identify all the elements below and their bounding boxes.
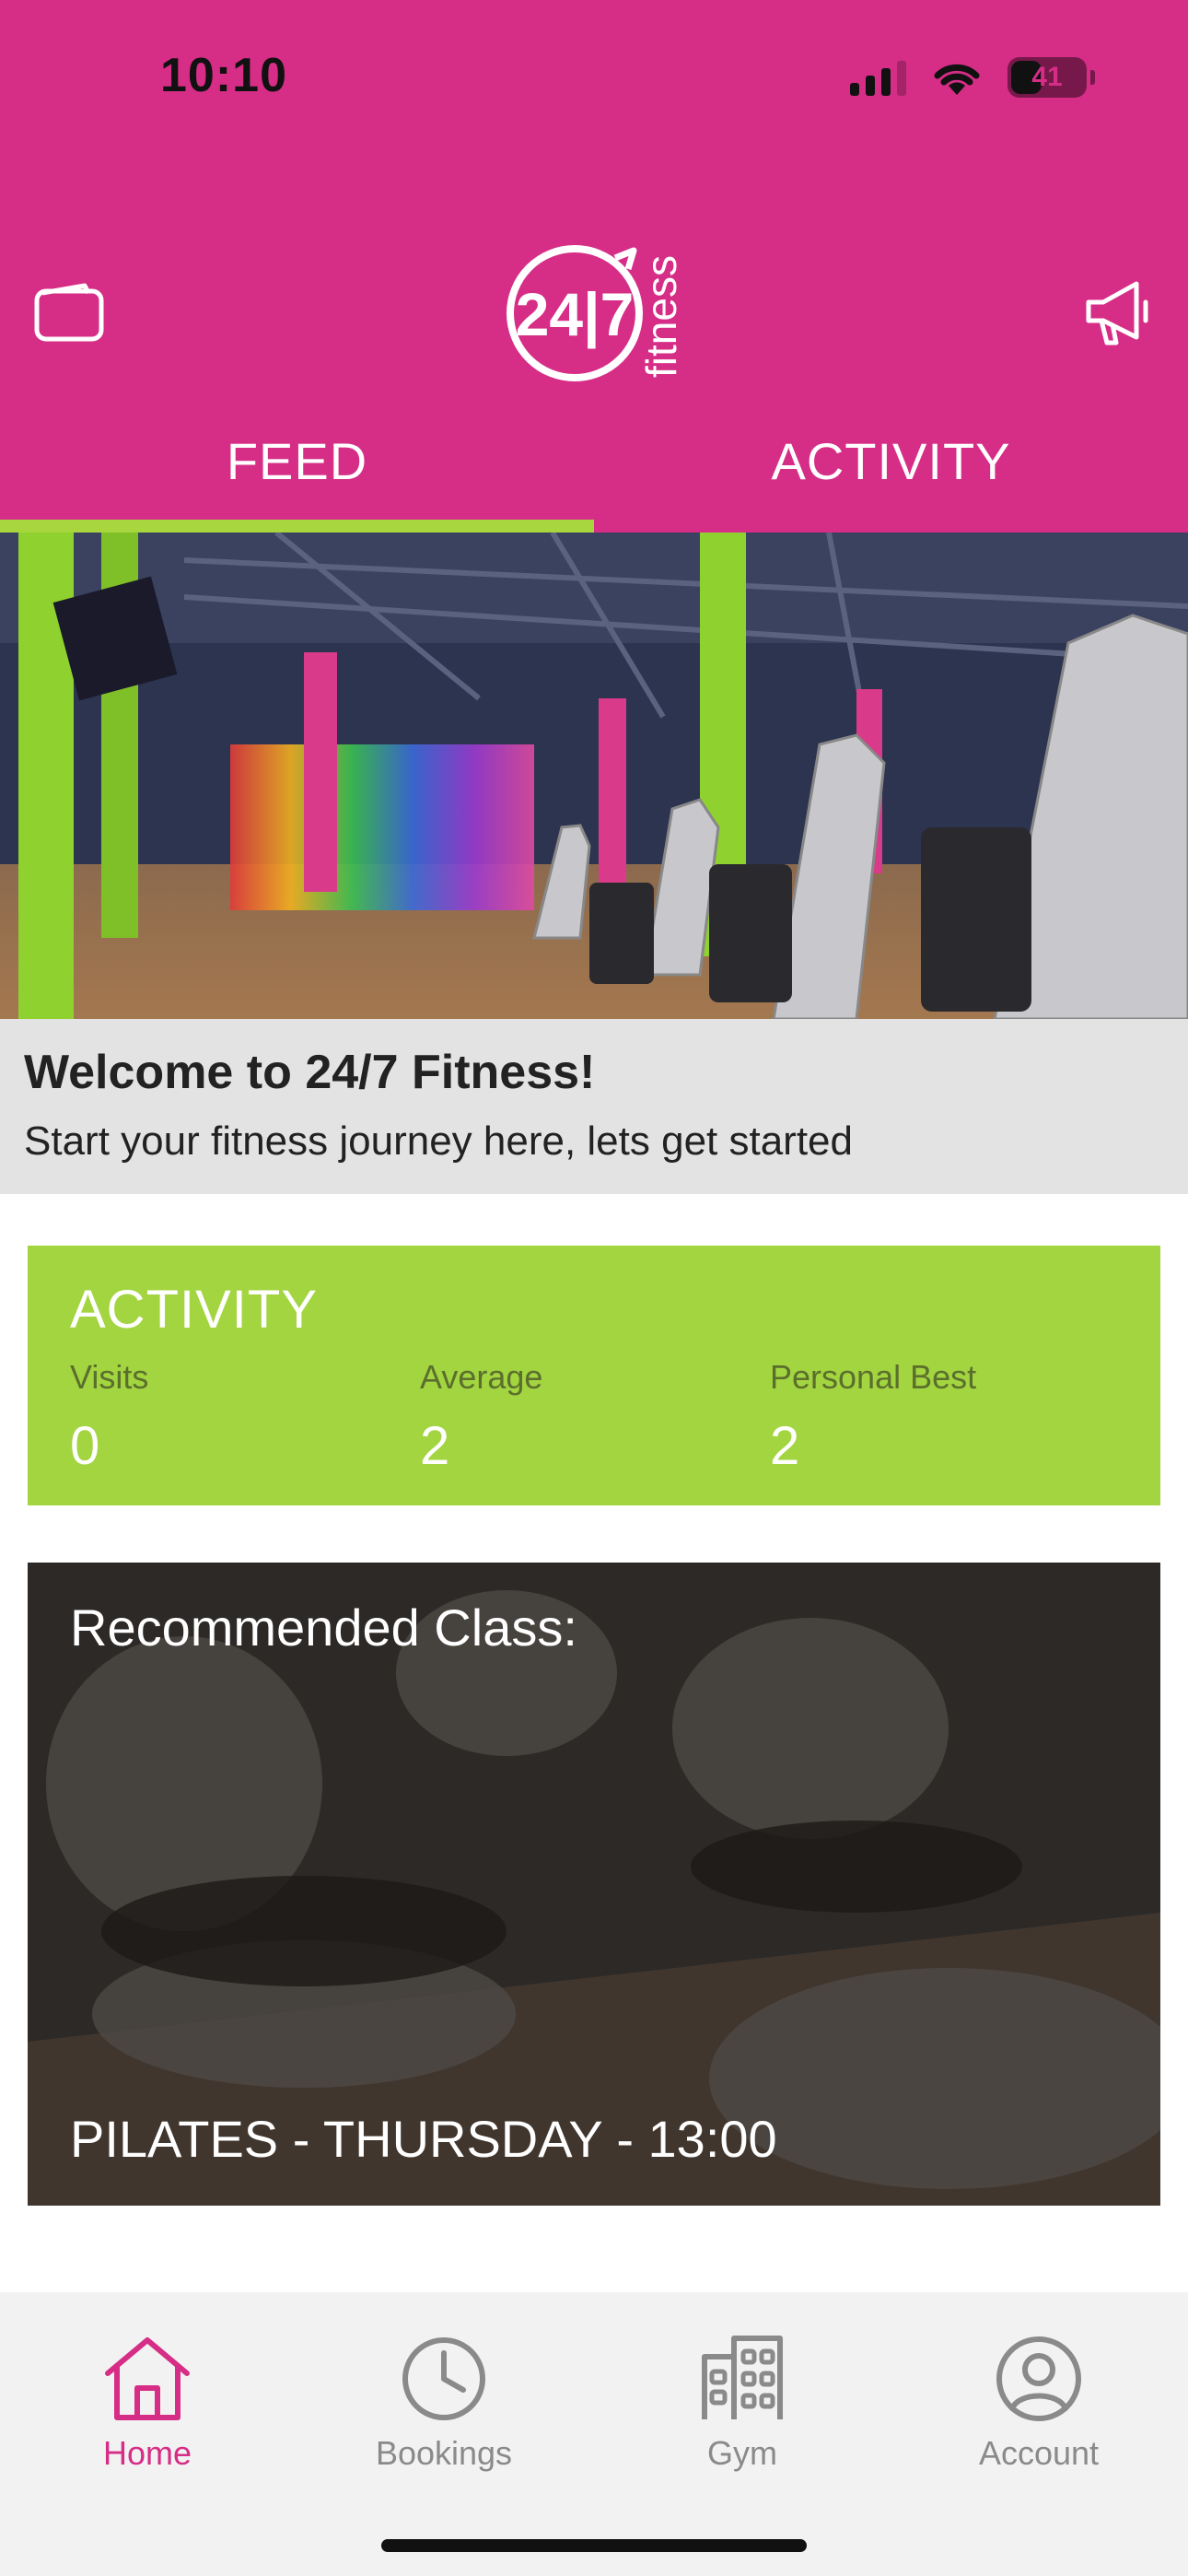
stat-average: Average 2: [420, 1358, 542, 1477]
stat-label: Personal Best: [770, 1358, 977, 1396]
recommended-class-name: PILATES - THURSDAY - 13:00: [70, 2110, 777, 2168]
nav-label: Gym: [707, 2434, 777, 2472]
nav-label: Home: [102, 2434, 192, 2472]
gym-photo: [0, 533, 1188, 1019]
tab-activity[interactable]: ACTIVITY: [594, 415, 1188, 533]
home-icon: [105, 2337, 190, 2420]
activity-card[interactable]: ACTIVITY Visits 0 Average 2 Personal Bes…: [28, 1246, 1160, 1505]
status-time: 10:10: [160, 49, 287, 102]
welcome-subtitle: Start your fitness journey here, lets ge…: [24, 1118, 854, 1164]
stat-value: 2: [770, 1416, 800, 1476]
recommended-class-title: Recommended Class:: [70, 1598, 577, 1657]
stat-label: Average: [420, 1358, 543, 1396]
battery-percent: 41: [1031, 62, 1063, 92]
nav-label: Bookings: [375, 2434, 513, 2472]
welcome-title: Welcome to 24/7 Fitness!: [24, 1046, 596, 1099]
status-icons: 41: [850, 57, 1095, 98]
stat-value: 0: [70, 1416, 100, 1476]
nav-item-account[interactable]: Account: [928, 2333, 1149, 2473]
cellular-signal-icon: [850, 59, 906, 96]
welcome-banner[interactable]: Welcome to 24/7 Fitness! Start your fitn…: [0, 1019, 1188, 1194]
logo-text: 24|7: [516, 280, 635, 350]
nav-item-home[interactable]: Home: [37, 2333, 258, 2473]
account-icon: [996, 2336, 1081, 2421]
nav-item-gym[interactable]: Gym: [632, 2333, 853, 2473]
gym-hero-image: [0, 533, 1188, 1019]
tab-feed[interactable]: FEED: [0, 415, 594, 533]
battery-icon: 41: [1007, 57, 1095, 98]
activity-card-title: ACTIVITY: [70, 1280, 319, 1340]
megaphone-icon[interactable]: [1083, 276, 1157, 348]
brand-logo: 24|7 fitness: [507, 245, 685, 381]
stat-visits: Visits 0: [70, 1358, 148, 1477]
building-icon: [702, 2336, 783, 2419]
nav-label: Account: [978, 2434, 1100, 2472]
stat-value: 2: [420, 1416, 450, 1476]
logo-subtext: fitness: [637, 255, 685, 378]
stat-personal-best: Personal Best 2: [770, 1358, 976, 1477]
app-header: 10:10 41 24|7 fitness FEED ACTIVITY: [0, 0, 1188, 533]
recommended-class-card[interactable]: Recommended Class: PILATES - THURSDAY - …: [28, 1563, 1160, 2206]
feed-tabs: FEED ACTIVITY: [0, 415, 1188, 533]
wifi-icon: [934, 64, 980, 95]
bottom-nav-bar: Home Bookings Gym Account: [0, 2292, 1188, 2576]
wallet-icon[interactable]: [33, 282, 105, 343]
nav-item-bookings[interactable]: Bookings: [333, 2333, 554, 2473]
home-indicator[interactable]: [381, 2539, 807, 2552]
clock-icon: [402, 2337, 485, 2420]
stat-label: Visits: [70, 1358, 149, 1396]
